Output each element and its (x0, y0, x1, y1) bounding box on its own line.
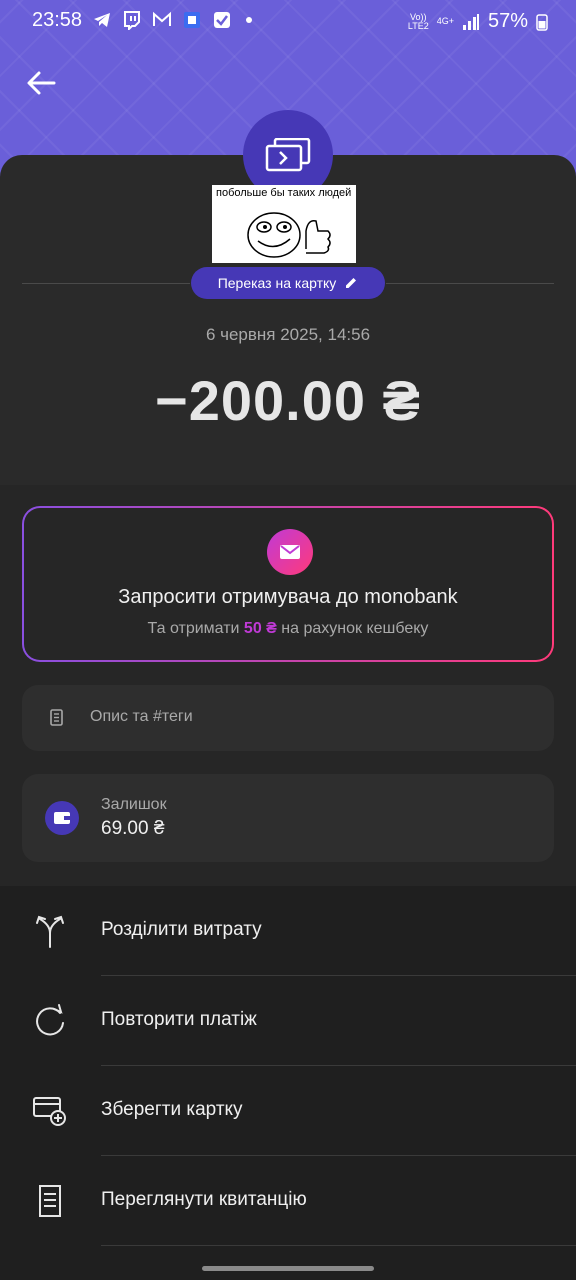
actions-list: Розділити витрату Повторити платіж Збере… (0, 886, 576, 1280)
invite-subtitle: Та отримати 50 ₴ на рахунок кешбеку (147, 620, 429, 637)
divider-right (386, 283, 554, 284)
battery-icon (536, 13, 548, 31)
action-save-card[interactable]: Зберегти картку (0, 1066, 576, 1156)
twitch-icon (124, 11, 140, 30)
tasks-icon (214, 12, 230, 28)
signal-icon (462, 13, 479, 30)
back-arrow-icon[interactable] (24, 66, 58, 100)
description-tags-field[interactable]: Опис та #теги (22, 685, 554, 751)
system-icons: Vo)) LTE2 4G+ 57% (408, 10, 548, 33)
volte-indicator: Vo)) LTE2 (407, 11, 429, 31)
gmail-icon (153, 11, 171, 26)
app-icon (184, 12, 200, 28)
receipt-icon (39, 1185, 61, 1217)
transaction-amount: −200.00 ₴ (155, 369, 421, 432)
notification-icons (92, 10, 252, 30)
notes-icon (50, 709, 63, 726)
save-card-icon (33, 1097, 66, 1126)
more-notifications-dot (246, 17, 252, 23)
edit-pencil-icon (346, 278, 357, 288)
status-bar: 23:58 Vo)) LTE2 4G+ 57% (0, 0, 576, 44)
action-split-expense[interactable]: Розділити витрату (0, 886, 576, 976)
network-type: 4G+ (436, 16, 454, 26)
transfer-type-chip[interactable]: Переказ на картку (191, 267, 385, 299)
balance-value: 69.00 ₴ (101, 818, 165, 839)
balance-card: Залишок 69.00 ₴ (22, 774, 554, 862)
cashback-amount: 50 ₴ (243, 620, 277, 637)
divider-left (22, 283, 190, 284)
invite-recipient-card[interactable]: Запросити отримувача до monobank Та отри… (22, 506, 554, 662)
recipient-meme-image: побольше бы таких людей (212, 185, 356, 263)
action-view-receipt[interactable]: Переглянути квитанцію (0, 1156, 576, 1246)
card-transfer-icon (265, 138, 311, 172)
battery-percent: 57% (487, 10, 528, 32)
transfer-type-label: Переказ на картку (217, 275, 337, 291)
split-icon (36, 915, 64, 948)
transaction-date: 6 червня 2025, 14:56 (205, 325, 371, 344)
home-indicator[interactable] (202, 1266, 374, 1271)
envelope-icon (267, 529, 313, 575)
status-time: 23:58 (32, 9, 83, 31)
wallet-icon (45, 801, 79, 835)
invite-title: Запросити отримувача до monobank (118, 586, 458, 608)
repeat-icon (36, 1004, 64, 1036)
action-repeat-payment[interactable]: Повторити платіж (0, 976, 576, 1066)
telegram-icon (94, 13, 110, 27)
balance-label: Залишок (101, 796, 167, 813)
description-label: Опис та #теги (90, 708, 193, 725)
